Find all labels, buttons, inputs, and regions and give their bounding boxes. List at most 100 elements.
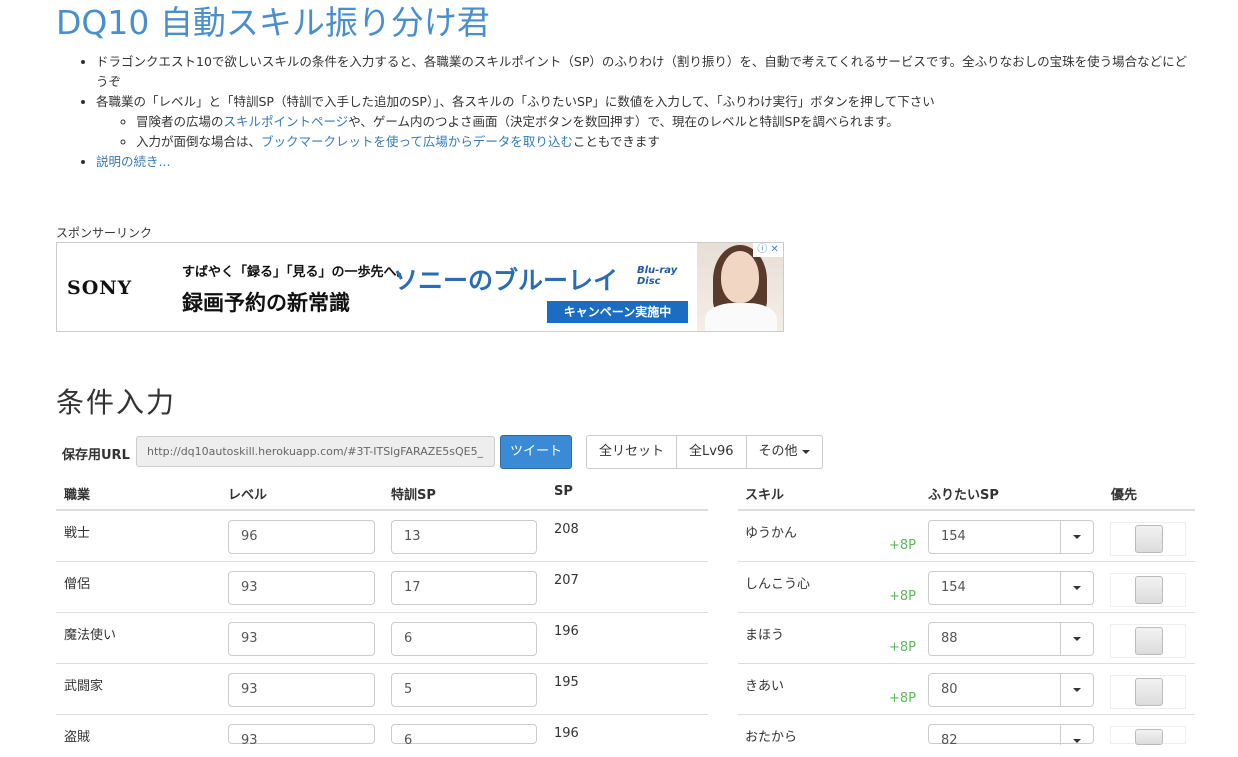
caret-down-icon xyxy=(801,449,810,454)
save-url-field[interactable]: http://dq10autoskill.herokuapp.com/#3T-I… xyxy=(136,436,495,467)
level-input[interactable]: 93 xyxy=(228,622,375,656)
level-input[interactable]: 93 xyxy=(228,571,375,605)
intro-item: 説明の続き... xyxy=(96,152,1196,172)
other-dropdown-button[interactable]: その他 xyxy=(745,435,823,469)
priority-toggle[interactable] xyxy=(1135,525,1163,553)
want-sp-select[interactable]: 80 xyxy=(928,673,1094,707)
job-name: 武闘家 xyxy=(64,679,104,694)
want-sp-dropdown-toggle[interactable] xyxy=(1060,623,1093,655)
column-header-want-sp: ふりたいSP xyxy=(928,488,999,503)
intro-subitem: 入力が面倒な場合は、ブックマークレットを使って広場からデータを取り込むこともでき… xyxy=(136,132,1196,152)
job-name: 魔法使い xyxy=(64,628,117,643)
intro-subitem: 冒険者の広場のスキルポイントページや、ゲーム内のつよさ画面（決定ボタンを数回押す… xyxy=(136,112,1196,132)
training-sp-input[interactable]: 6 xyxy=(391,622,537,656)
section-title: 条件入力 xyxy=(56,386,177,419)
job-name: 僧侶 xyxy=(64,577,91,592)
row-divider xyxy=(56,612,708,613)
intro-item: 各職業の「レベル」と「特訓SP（特訓で入手した追加のSP）」、各スキルの「ふりた… xyxy=(96,92,1196,152)
intro-text: や、ゲーム内のつよさ画面（決定ボタンを数回押す）で、現在のレベルと特訓SPを調べ… xyxy=(348,114,899,129)
column-header-skill: スキル xyxy=(745,488,785,503)
training-sp-input[interactable]: 13 xyxy=(391,520,537,554)
priority-cell xyxy=(1110,522,1186,556)
intro-text: 入力が面倒な場合は、 xyxy=(136,134,262,149)
priority-toggle[interactable] xyxy=(1135,576,1163,604)
caret-down-icon xyxy=(1073,637,1081,641)
column-header-level: レベル xyxy=(228,488,268,503)
column-header-priority: 優先 xyxy=(1111,488,1138,503)
bluray-logo: Blu-ray Disc xyxy=(637,265,678,287)
row-divider xyxy=(738,561,1195,562)
sponsor-label: スポンサーリンク xyxy=(56,226,153,240)
skill-name: きあい xyxy=(745,679,785,694)
sp-value: 208 xyxy=(554,522,579,537)
priority-cell xyxy=(1110,573,1186,607)
want-sp-value: 88 xyxy=(941,631,958,646)
level-input[interactable]: 96 xyxy=(228,520,375,554)
table-header-divider xyxy=(738,509,1195,511)
bonus-points: +8P xyxy=(889,538,917,553)
sp-value: 195 xyxy=(554,675,579,690)
action-button-group: 全リセット 全Lv96 その他 xyxy=(586,435,823,469)
sp-value: 196 xyxy=(554,624,579,639)
row-divider xyxy=(738,714,1195,715)
all-lv96-button[interactable]: 全Lv96 xyxy=(676,435,747,469)
column-header-sp: SP xyxy=(554,484,573,499)
ad-tagline: すばやく「録る」「見る」の一歩先へ。 xyxy=(182,265,410,280)
priority-toggle[interactable] xyxy=(1135,729,1163,745)
intro-text: こともできます xyxy=(572,134,660,149)
priority-toggle[interactable] xyxy=(1135,627,1163,655)
caret-down-icon xyxy=(1073,535,1081,539)
want-sp-dropdown-toggle[interactable] xyxy=(1060,521,1093,553)
row-divider xyxy=(56,663,708,664)
intro-text: 各職業の「レベル」と「特訓SP（特訓で入手した追加のSP）」、各スキルの「ふりた… xyxy=(96,94,935,109)
column-header-training-sp: 特訓SP xyxy=(391,488,436,503)
ad-cta-button[interactable]: キャンペーン実施中 xyxy=(547,301,688,323)
job-name: 戦士 xyxy=(64,526,91,541)
want-sp-select[interactable]: 154 xyxy=(928,520,1094,554)
level-input[interactable]: 93 xyxy=(228,673,375,707)
priority-cell xyxy=(1110,726,1186,745)
want-sp-value: 154 xyxy=(941,580,966,595)
sp-value: 207 xyxy=(554,573,579,588)
want-sp-value: 154 xyxy=(941,529,966,544)
column-header-job: 職業 xyxy=(64,488,91,503)
other-dropdown-label: その他 xyxy=(758,444,798,459)
level-input[interactable]: 93 xyxy=(228,724,375,748)
want-sp-value: 80 xyxy=(941,682,958,697)
tweet-button[interactable]: ツイート xyxy=(500,435,572,469)
row-divider xyxy=(738,612,1195,613)
read-more-link[interactable]: 説明の続き... xyxy=(96,154,170,169)
bookmarklet-link[interactable]: ブックマークレットを使って広場からデータを取り込む xyxy=(261,134,573,149)
intro-sublist: 冒険者の広場のスキルポイントページや、ゲーム内のつよさ画面（決定ボタンを数回押す… xyxy=(96,112,1196,152)
caret-down-icon xyxy=(1073,739,1081,743)
row-divider xyxy=(56,561,708,562)
job-name: 盗賊 xyxy=(64,730,91,745)
bonus-points: +8P xyxy=(889,640,917,655)
ad-headline: ソニーのブルーレイ xyxy=(393,266,619,295)
caret-down-icon xyxy=(1073,688,1081,692)
want-sp-dropdown-toggle[interactable] xyxy=(1060,674,1093,706)
training-sp-input[interactable]: 5 xyxy=(391,673,537,707)
want-sp-select[interactable]: 88 xyxy=(928,622,1094,656)
priority-cell xyxy=(1110,624,1186,658)
want-sp-select[interactable]: 82 xyxy=(928,724,1094,748)
reset-all-button[interactable]: 全リセット xyxy=(586,435,678,469)
page-title: DQ10 自動スキル振り分け君 xyxy=(56,3,490,42)
skill-point-page-link[interactable]: スキルポイントページ xyxy=(224,114,349,129)
want-sp-select[interactable]: 154 xyxy=(928,571,1094,605)
ad-photo-face xyxy=(721,251,759,303)
ad-brand: SONY xyxy=(67,277,133,299)
intro-item: ドラゴンクエスト10で欲しいスキルの条件を入力すると、各職業のスキルポイント（S… xyxy=(96,52,1196,92)
training-sp-input[interactable]: 17 xyxy=(391,571,537,605)
ad-close-icon[interactable]: ⓘ ✕ xyxy=(753,243,783,257)
ad-banner[interactable]: SONY すばやく「録る」「見る」の一歩先へ。 録画予約の新常識 ソニーのブルー… xyxy=(56,242,784,332)
want-sp-dropdown-toggle[interactable] xyxy=(1060,572,1093,604)
training-sp-input[interactable]: 6 xyxy=(391,724,537,748)
want-sp-dropdown-toggle[interactable] xyxy=(1060,725,1093,745)
bonus-points: +8P xyxy=(889,589,917,604)
intro-text: 冒険者の広場の xyxy=(136,114,224,129)
sp-value: 196 xyxy=(554,726,579,741)
bonus-points: +8P xyxy=(889,691,917,706)
priority-toggle[interactable] xyxy=(1135,678,1163,706)
row-divider xyxy=(738,663,1195,664)
